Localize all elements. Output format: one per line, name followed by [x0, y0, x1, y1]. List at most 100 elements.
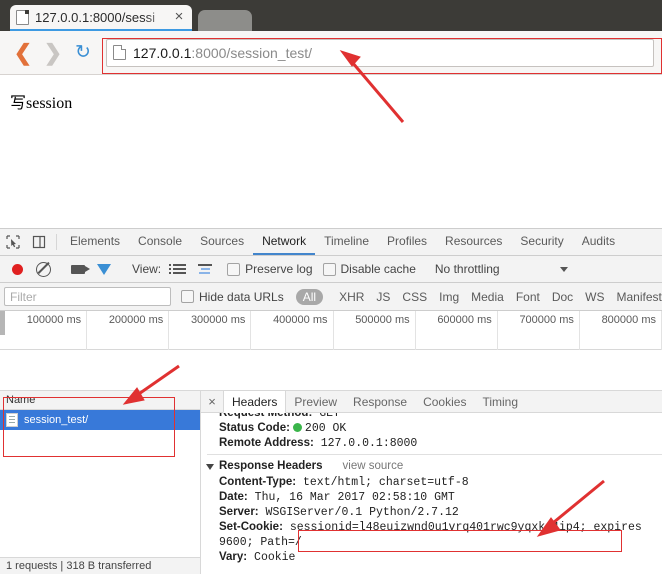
tab-profiles[interactable]: Profiles	[378, 229, 436, 255]
tab-sources[interactable]: Sources	[191, 229, 253, 255]
headers-content: Request Method: GET Status Code:200 OK R…	[201, 413, 662, 574]
network-status-text: 1 requests | 318 B transferred	[6, 560, 151, 572]
request-list-body	[0, 430, 200, 557]
url-host: 127.0.0.1	[133, 45, 191, 61]
header-value: GET	[319, 413, 340, 420]
request-name: session_test/	[24, 414, 88, 426]
tab-resources[interactable]: Resources	[436, 229, 511, 255]
view-waterfall-button[interactable]	[192, 264, 218, 274]
tab-network[interactable]: Network	[253, 229, 315, 255]
filter-type-doc[interactable]: Doc	[546, 290, 579, 304]
header-server: Server: WSGIServer/0.1 Python/2.7.12	[207, 505, 662, 520]
hide-data-urls-checkbox[interactable]: Hide data URLs	[181, 290, 284, 304]
header-value: text/html; charset=utf-8	[303, 476, 469, 489]
disable-cache-checkbox[interactable]: Disable cache	[323, 262, 416, 276]
clear-button[interactable]	[30, 262, 56, 277]
filter-type-img[interactable]: Img	[433, 290, 465, 304]
browser-navbar: ❮ ❯ ↻ 127.0.0.1:8000/session_test/	[0, 31, 662, 75]
filter-type-ws[interactable]: WS	[579, 290, 610, 304]
filter-type-xhr[interactable]: XHR	[333, 290, 370, 304]
devtools-tabbar: Elements Console Sources Network Timelin…	[0, 229, 662, 256]
status-ok-icon	[293, 423, 302, 432]
throttling-select[interactable]: No throttling	[435, 262, 568, 276]
ruler-tick: 600000 ms	[416, 311, 498, 350]
ruler-tick-label: 200000 ms	[109, 314, 163, 326]
filter-type-manifest[interactable]: Manifest	[611, 290, 662, 304]
header-key: Set-Cookie:	[219, 521, 283, 533]
header-status-code: Status Code:200 OK	[207, 421, 662, 436]
devtools-panel: Elements Console Sources Network Timelin…	[0, 228, 662, 574]
header-vary: Vary: Cookie	[207, 550, 662, 565]
record-button[interactable]	[4, 264, 30, 275]
url-text: 127.0.0.1:8000/session_test/	[133, 45, 312, 61]
ruler-tick-label: 400000 ms	[273, 314, 327, 326]
page-content: 写session	[0, 75, 662, 209]
forward-button[interactable]: ❯	[38, 38, 68, 68]
reload-button[interactable]: ↻	[68, 38, 98, 68]
request-list-header[interactable]: Name	[0, 391, 200, 410]
request-row-session-test[interactable]: session_test/	[0, 410, 200, 430]
network-status-bar: 1 requests | 318 B transferred	[0, 557, 200, 574]
new-tab-button[interactable]	[198, 10, 252, 31]
view-source-link[interactable]: view source	[343, 458, 404, 475]
detail-tab-preview[interactable]: Preview	[286, 391, 345, 412]
close-detail-icon[interactable]: ×	[201, 391, 223, 412]
header-key: Content-Type:	[219, 476, 296, 488]
filter-type-font[interactable]: Font	[510, 290, 546, 304]
filter-type-all[interactable]: All	[296, 289, 323, 305]
camera-icon	[71, 265, 85, 274]
tab-title: 127.0.0.1:8000/sessi	[35, 10, 172, 25]
ruler-tick-label: 600000 ms	[437, 314, 491, 326]
filter-type-js[interactable]: JS	[370, 290, 396, 304]
throttling-label: No throttling	[435, 262, 500, 276]
response-headers-section[interactable]: Response Headers view source	[207, 454, 662, 475]
detail-tab-cookies[interactable]: Cookies	[415, 391, 474, 412]
ruler-tick: 700000 ms	[498, 311, 580, 350]
general-headers-group: Request Method: GET Status Code:200 OK R…	[207, 413, 662, 451]
filter-input[interactable]	[4, 287, 171, 306]
header-value: 127.0.0.1:8000	[321, 437, 418, 450]
tab-console[interactable]: Console	[129, 229, 191, 255]
tab-audits[interactable]: Audits	[573, 229, 624, 255]
ruler-tick: 400000 ms	[251, 311, 333, 350]
header-value: Thu, 16 Mar 2017 02:58:10 GMT	[255, 491, 455, 504]
request-list-pane: Name session_test/ 1 requests | 318 B tr…	[0, 391, 201, 574]
detail-tab-headers[interactable]: Headers	[223, 391, 286, 413]
preserve-log-label: Preserve log	[245, 262, 312, 276]
filter-type-media[interactable]: Media	[465, 290, 510, 304]
header-request-method: Request Method: GET	[207, 413, 662, 421]
toggle-device-toolbar-icon[interactable]	[26, 229, 52, 255]
filter-toggle-button[interactable]	[91, 264, 117, 275]
view-list-button[interactable]	[166, 264, 192, 274]
header-set-cookie-wrap: 9600; Path=/	[207, 535, 662, 550]
url-bar[interactable]: 127.0.0.1:8000/session_test/	[106, 39, 654, 67]
network-timeline-ruler[interactable]: 100000 ms 200000 ms 300000 ms 400000 ms …	[0, 311, 662, 350]
request-detail-pane: × Headers Preview Response Cookies Timin…	[201, 391, 662, 574]
response-headers-title: Response Headers	[219, 458, 323, 475]
detail-tab-response[interactable]: Response	[345, 391, 415, 412]
detail-tab-timing[interactable]: Timing	[474, 391, 526, 412]
filter-type-css[interactable]: CSS	[396, 290, 433, 304]
preserve-log-checkbox[interactable]: Preserve log	[227, 262, 312, 276]
ruler-tick: 800000 ms	[580, 311, 662, 350]
document-icon	[6, 413, 18, 427]
column-header-name: Name	[6, 394, 35, 406]
tab-security[interactable]: Security	[511, 229, 572, 255]
list-view-icon	[173, 264, 186, 274]
network-toolbar: View: Preserve log Disable cache No thro…	[0, 256, 662, 283]
timeline-overview-area	[0, 350, 662, 390]
header-value: WSGIServer/0.1 Python/2.7.12	[266, 506, 459, 519]
network-filterbar: Hide data URLs All XHR JS CSS Img Media …	[0, 283, 662, 311]
header-key: Request Method:	[219, 413, 312, 419]
chevron-down-icon	[560, 267, 568, 272]
tab-timeline[interactable]: Timeline	[315, 229, 378, 255]
capture-screenshots-button[interactable]	[65, 265, 91, 274]
waterfall-view-icon	[198, 264, 212, 274]
tab-elements[interactable]: Elements	[61, 229, 129, 255]
hide-data-urls-label: Hide data URLs	[199, 290, 284, 304]
ruler-tick-label: 100000 ms	[27, 314, 81, 326]
tab-close-icon[interactable]: ×	[172, 10, 186, 24]
inspect-element-icon[interactable]	[0, 229, 26, 255]
back-button[interactable]: ❮	[8, 38, 38, 68]
browser-tab[interactable]: 127.0.0.1:8000/sessi ×	[10, 5, 192, 31]
